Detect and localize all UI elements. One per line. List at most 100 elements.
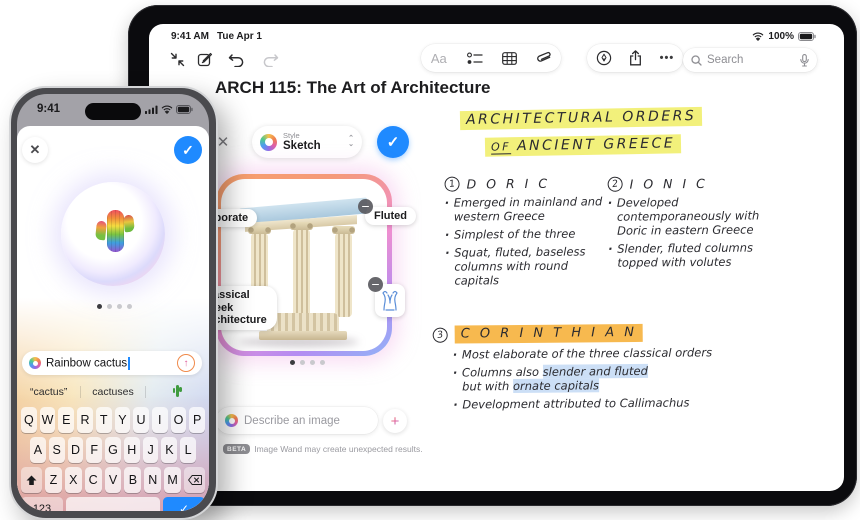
letter-key[interactable]: I	[152, 407, 168, 433]
iphone-status-icons	[145, 105, 193, 114]
ionic-heading: 2 I O N I C	[608, 175, 786, 192]
cellular-icon	[145, 105, 158, 114]
describe-placeholder: Describe an image	[244, 415, 340, 427]
undo-icon[interactable]	[223, 46, 249, 72]
section-number: 2	[607, 176, 624, 193]
doric-heading: 1 D O R I C	[445, 175, 607, 191]
more-options-button[interactable]: •••	[660, 52, 675, 64]
collapse-icon[interactable]	[164, 46, 190, 72]
letter-key[interactable]: C	[85, 467, 102, 493]
attachment-icon[interactable]	[537, 50, 551, 66]
suggestion-cactus-emoji[interactable]	[146, 385, 209, 400]
letter-key[interactable]: W	[40, 407, 56, 433]
letter-key[interactable]: B	[124, 467, 141, 493]
iphone-time: 9:41	[37, 103, 60, 115]
ipad-date: Tue Apr 1	[217, 31, 262, 42]
letter-key[interactable]: U	[133, 407, 149, 433]
search-placeholder: Search	[707, 54, 795, 66]
section-name: C O R I N T H I A N	[455, 324, 643, 344]
remove-tag-fluted-button[interactable]	[358, 199, 373, 214]
letter-key[interactable]: J	[143, 437, 159, 463]
letter-key[interactable]: H	[124, 437, 140, 463]
letter-key[interactable]: D	[68, 437, 84, 463]
note-bullet: Most elaborate of the three classical or…	[453, 344, 823, 361]
letter-key[interactable]: K	[161, 437, 177, 463]
ionic-section: 2 I O N I C Developed contemporaneously …	[608, 175, 787, 274]
letter-key[interactable]: P	[189, 407, 205, 433]
iphone-device: 9:41 ✕ ✓	[9, 86, 218, 520]
keyboard-row-4: 123 ✓	[21, 497, 205, 511]
style-label: Style	[283, 132, 342, 140]
note-bullet: Simplest of the three	[445, 226, 607, 241]
tag-fluted[interactable]: Fluted	[365, 207, 416, 225]
dictation-icon[interactable]	[800, 54, 809, 67]
blue-highlight: slender and fluted	[543, 364, 648, 379]
letter-key[interactable]: V	[105, 467, 122, 493]
redo-icon[interactable]	[257, 46, 283, 72]
remove-sketch-thumbnail-button[interactable]	[368, 277, 383, 292]
battery-icon	[176, 105, 193, 114]
genmoji-accept-button[interactable]: ✓	[174, 136, 202, 164]
describe-image-input[interactable]: Describe an image	[216, 407, 378, 434]
compose-icon[interactable]	[192, 46, 218, 72]
backspace-key[interactable]	[184, 467, 205, 493]
section-number: 3	[432, 326, 449, 343]
space-key[interactable]	[66, 497, 160, 511]
table-icon[interactable]	[502, 52, 517, 65]
suggestion-cactus-quoted[interactable]: “cactus”	[17, 386, 81, 398]
note-title: ARCH 115: The Art of Architecture	[215, 78, 491, 98]
search-field[interactable]: Search	[683, 48, 817, 72]
format-tools-group: Aa	[421, 44, 561, 72]
markup-icon[interactable]	[596, 50, 612, 66]
section-name: D O R I C	[467, 176, 551, 192]
letter-key[interactable]: Z	[45, 467, 62, 493]
keyboard-row-2: ASDFGHJKL	[21, 437, 205, 463]
image-wand-accept-button[interactable]: ✓	[377, 126, 409, 158]
letter-key[interactable]: L	[180, 437, 196, 463]
letter-key[interactable]: A	[30, 437, 46, 463]
share-icon[interactable]	[629, 50, 642, 66]
letter-key[interactable]: S	[49, 437, 65, 463]
image-pagination-dots[interactable]	[290, 360, 325, 365]
beta-disclaimer: BETA Image Wand may create unexpected re…	[223, 444, 423, 454]
genmoji-prompt-input[interactable]: Rainbow cactus ↑	[22, 351, 202, 375]
dynamic-island	[85, 103, 141, 120]
wifi-icon	[161, 105, 173, 114]
genmoji-pagination-dots[interactable]	[97, 304, 132, 309]
apple-intelligence-icon	[225, 414, 238, 427]
iphone-status-bar: 9:41	[17, 103, 209, 119]
letter-key[interactable]: R	[77, 407, 93, 433]
suggestion-cactuses[interactable]: cactuses	[81, 386, 145, 398]
letter-key[interactable]: Q	[21, 407, 37, 433]
style-swirl-icon	[260, 134, 277, 151]
return-key[interactable]: ✓	[163, 497, 205, 511]
checklist-icon[interactable]	[467, 52, 483, 65]
beta-badge: BETA	[223, 444, 250, 454]
ipad-screen: 9:41 AMTue Apr 1 100% Aa	[149, 24, 844, 491]
style-picker[interactable]: Style Sketch ⌃⌄	[252, 126, 362, 158]
blue-highlight: ornate capitals	[513, 378, 599, 393]
genmoji-close-button[interactable]: ✕	[22, 137, 48, 163]
genmoji-sheet: ✕ ✓ Rainbow cactus ↑ “cactus”	[17, 126, 209, 511]
notes-heading-line1: ARCHITECTURAL ORDERS	[460, 108, 702, 128]
letter-key[interactable]: F	[86, 437, 102, 463]
temple-column	[293, 229, 310, 317]
letter-key[interactable]: G	[105, 437, 121, 463]
ipad-status-icons: 100%	[752, 31, 816, 42]
numbers-key[interactable]: 123	[21, 497, 63, 511]
letter-key[interactable]: O	[171, 407, 187, 433]
letter-key[interactable]: E	[58, 407, 74, 433]
doric-bullets: Emerged in mainland and western GreeceSi…	[445, 194, 608, 288]
letter-key[interactable]: X	[65, 467, 82, 493]
letter-key[interactable]: N	[144, 467, 161, 493]
search-icon	[691, 55, 702, 66]
notes-heading-line2: OFANCIENT GREECE	[485, 135, 681, 154]
temple-plinth	[259, 331, 347, 340]
add-suggestion-button[interactable]: +	[383, 409, 407, 433]
letter-key[interactable]: M	[164, 467, 181, 493]
letter-key[interactable]: T	[96, 407, 112, 433]
text-format-button[interactable]: Aa	[431, 51, 447, 66]
shift-key[interactable]	[21, 467, 42, 493]
generate-button[interactable]: ↑	[177, 354, 195, 372]
letter-key[interactable]: Y	[115, 407, 131, 433]
